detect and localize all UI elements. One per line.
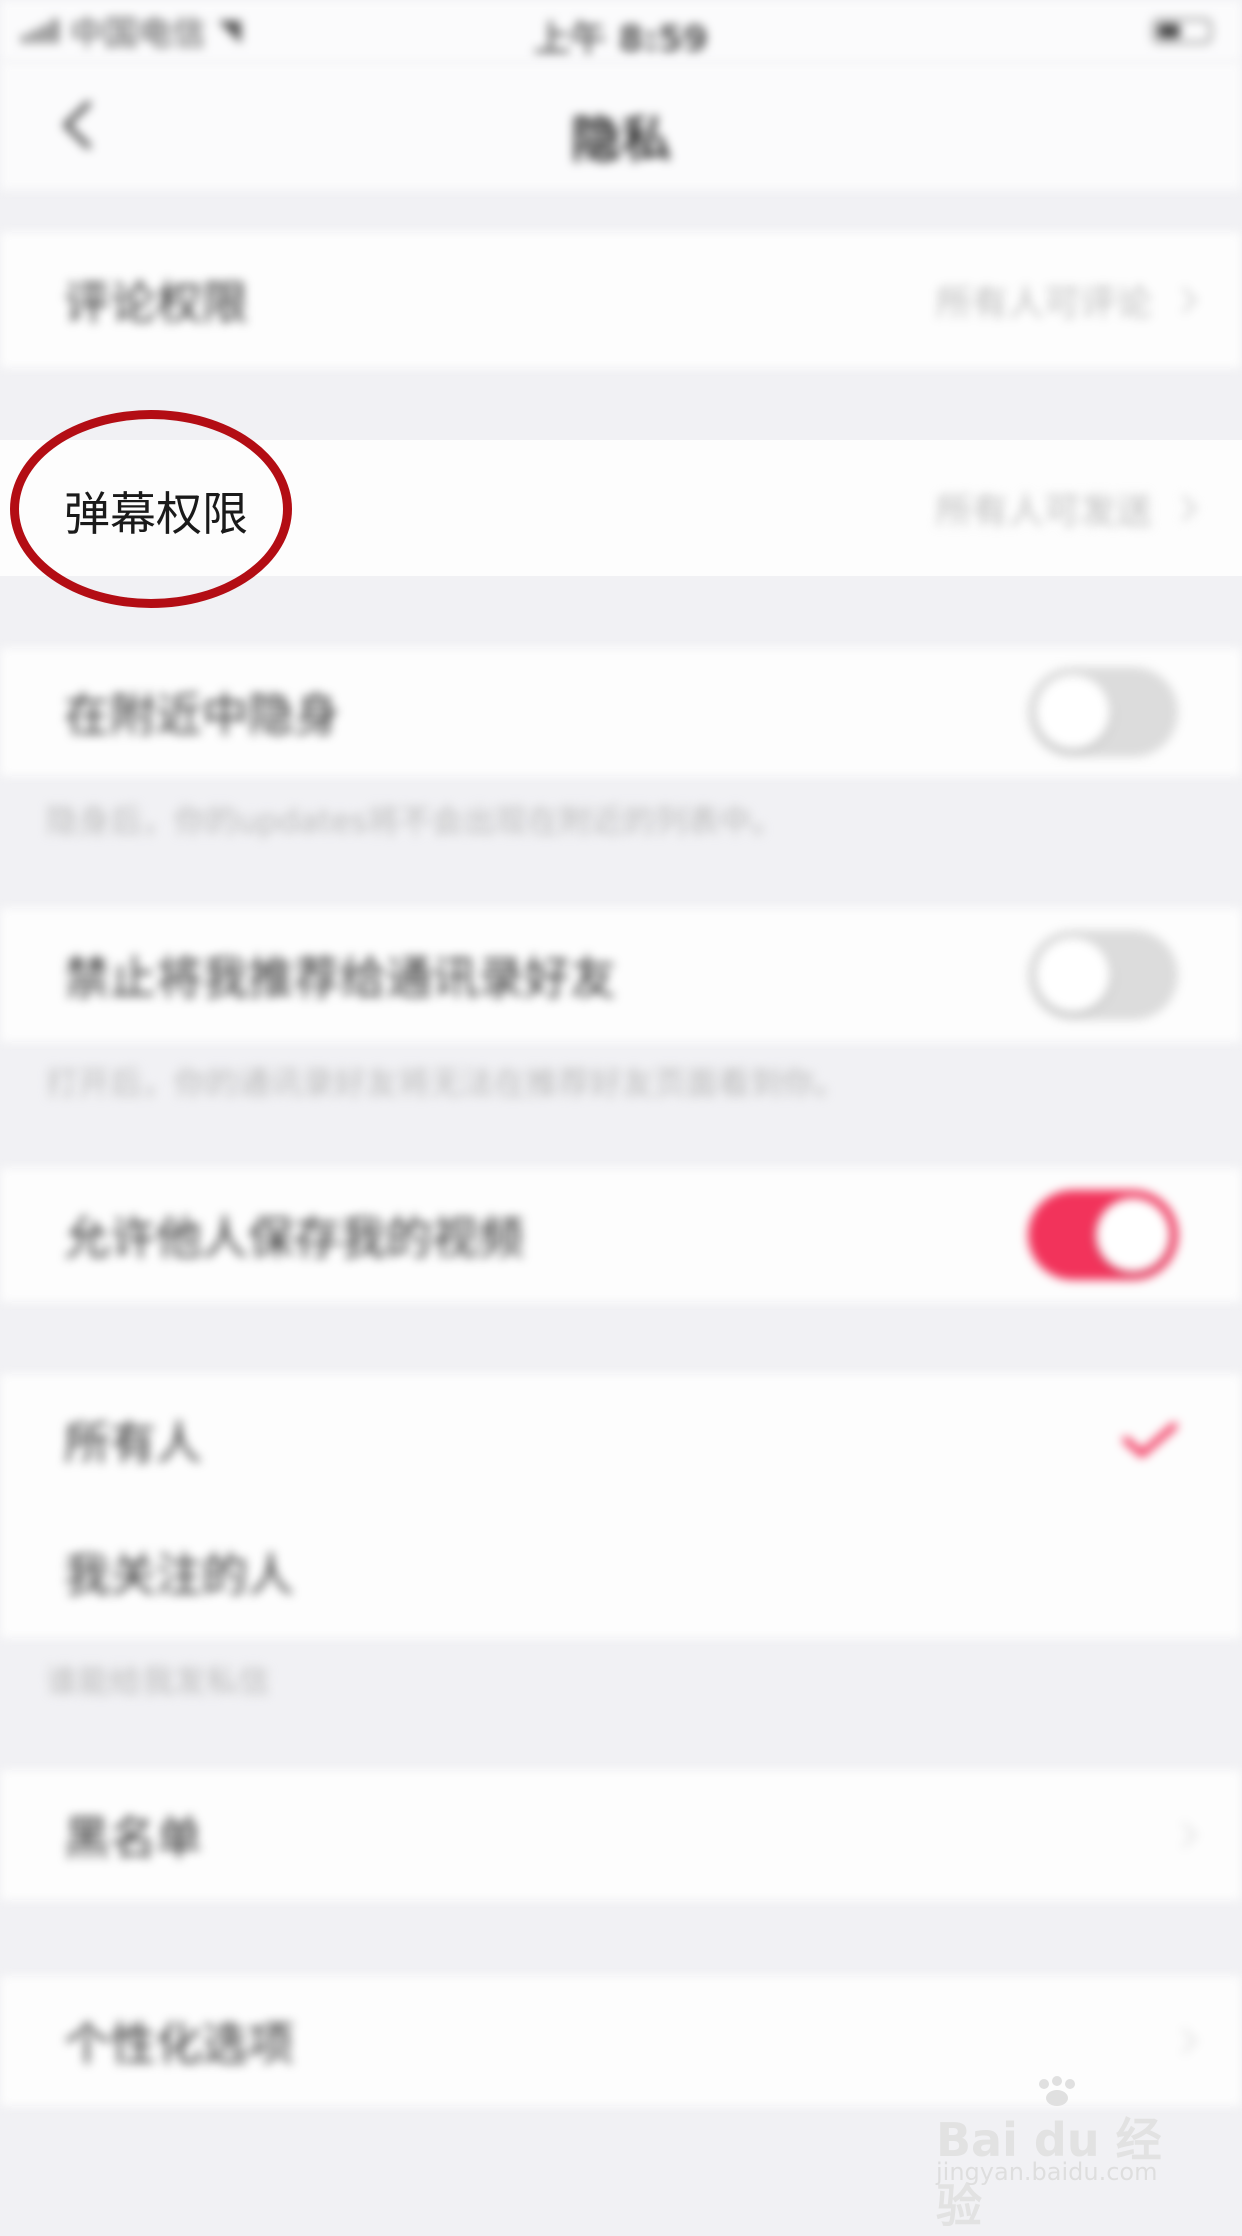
checkmark-icon bbox=[1122, 1422, 1178, 1458]
private-message-hint: 谁能给我发私信 bbox=[46, 1662, 271, 1700]
comment-permission-row[interactable]: 评论权限 所有人可评论 bbox=[0, 232, 1242, 368]
no-recommend-row: 禁止将我推荐给通讯录好友 bbox=[0, 908, 1242, 1042]
watermark-url: jingyan.baidu.com bbox=[936, 2158, 1158, 2186]
personalize-label: 个性化选项 bbox=[64, 2017, 294, 2071]
hide-nearby-hint: 隐身后，你的updates将不会出现在附近的列表中。 bbox=[46, 802, 784, 840]
chevron-right-icon bbox=[1181, 1821, 1198, 1849]
hide-nearby-label: 在附近中隐身 bbox=[64, 688, 340, 742]
allow-save-video-label: 允许他人保存我的视频 bbox=[64, 1211, 524, 1265]
toggle-knob bbox=[1036, 675, 1110, 749]
chevron-right-icon bbox=[1181, 494, 1198, 522]
no-recommend-label: 禁止将我推荐给通讯录好友 bbox=[64, 951, 616, 1005]
no-recommend-toggle[interactable] bbox=[1028, 930, 1178, 1020]
chevron-right-icon bbox=[1181, 286, 1198, 314]
highlight-circle bbox=[10, 410, 292, 608]
status-bar: 中国电信 ◥ 上午 8:59 bbox=[0, 0, 1242, 62]
comment-permission-label: 评论权限 bbox=[64, 276, 248, 330]
option-following-label: 我关注的人 bbox=[64, 1548, 294, 1602]
message-permission-group: 所有人 我关注的人 bbox=[0, 1374, 1242, 1638]
toggle-knob bbox=[1096, 1198, 1170, 1272]
battery-icon bbox=[1152, 18, 1212, 44]
toggle-knob bbox=[1036, 938, 1110, 1012]
comment-permission-value: 所有人可评论 bbox=[935, 283, 1152, 324]
blacklist-row[interactable]: 黑名单 bbox=[0, 1770, 1242, 1900]
hide-nearby-toggle[interactable] bbox=[1028, 667, 1178, 757]
watermark: Bai du 经验 jingyan.baidu.com bbox=[936, 2076, 1176, 2233]
paw-icon bbox=[1039, 2076, 1075, 2106]
blacklist-label: 黑名单 bbox=[64, 1811, 202, 1865]
option-following[interactable]: 我关注的人 bbox=[0, 1506, 1242, 1638]
hide-nearby-row: 在附近中隐身 bbox=[0, 648, 1242, 776]
danmaku-permission-value: 所有人可发送 bbox=[935, 491, 1152, 532]
allow-save-video-toggle[interactable] bbox=[1028, 1190, 1178, 1280]
option-everyone[interactable]: 所有人 bbox=[0, 1374, 1242, 1506]
option-everyone-label: 所有人 bbox=[64, 1416, 202, 1470]
chevron-right-icon bbox=[1181, 2027, 1198, 2055]
allow-save-video-row: 允许他人保存我的视频 bbox=[0, 1168, 1242, 1302]
nav-bar: 隐私 bbox=[0, 62, 1242, 190]
page-title: 隐私 bbox=[571, 111, 671, 169]
no-recommend-hint: 打开后，你的通讯录好友将无法在推荐好友页面看到你。 bbox=[46, 1064, 847, 1102]
status-time: 上午 8:59 bbox=[533, 19, 709, 60]
